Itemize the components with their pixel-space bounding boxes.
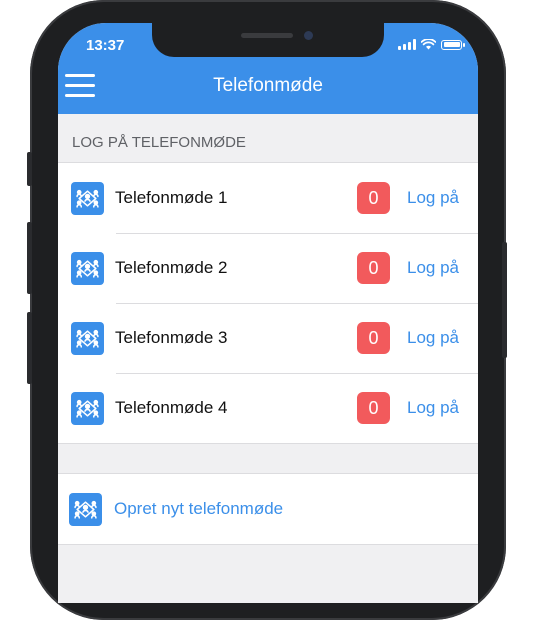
page-title: Telefonmøde [213, 75, 323, 96]
meeting-name: Telefonmøde 3 [115, 328, 228, 347]
section-header: LOG PÅ TELEFONMØDE [72, 134, 246, 151]
participant-count-badge: 0 [357, 182, 390, 214]
battery-icon [441, 39, 465, 50]
meeting-name: Telefonmøde 4 [115, 398, 228, 417]
conference-icon [71, 321, 104, 355]
login-link[interactable]: Log på [407, 398, 459, 418]
meeting-name: Telefonmøde 2 [115, 258, 228, 277]
login-link[interactable]: Log på [407, 258, 459, 278]
silent-switch [27, 152, 32, 186]
meeting-row-2[interactable]: Telefonmøde 2 0 Log på [58, 233, 478, 303]
status-time: 13:37 [86, 37, 125, 54]
volume-down-button [27, 312, 32, 384]
login-link[interactable]: Log på [407, 188, 459, 208]
earpiece-speaker [241, 33, 293, 38]
participant-count-badge: 0 [357, 252, 390, 284]
create-meeting-row[interactable]: Opret nyt telefonmøde [58, 473, 478, 545]
conference-icon [71, 181, 104, 215]
meeting-row-3[interactable]: Telefonmøde 3 0 Log på [58, 303, 478, 373]
conference-icon [71, 391, 104, 425]
device-notch [152, 23, 384, 57]
status-icons [398, 39, 465, 50]
login-link[interactable]: Log på [407, 328, 459, 348]
participant-count-badge: 0 [357, 392, 390, 424]
front-camera [304, 31, 313, 40]
meeting-list: Telefonmøde 1 0 Log på Telefonmøde 2 0 L… [58, 162, 478, 444]
meeting-row-1[interactable]: Telefonmøde 1 0 Log på [58, 163, 478, 233]
create-meeting-link[interactable]: Opret nyt telefonmøde [114, 499, 283, 519]
meeting-row-4[interactable]: Telefonmøde 4 0 Log på [58, 373, 478, 443]
volume-up-button [27, 222, 32, 294]
conference-icon [71, 251, 104, 285]
app-screen: 13:37 Telefonmøde LOG PÅ TELEFONMØDE Tel… [58, 23, 478, 603]
meeting-name: Telefonmøde 1 [115, 188, 228, 207]
cellular-signal-icon [398, 39, 416, 50]
power-button [502, 242, 507, 358]
wifi-icon [421, 39, 436, 50]
conference-icon [69, 492, 102, 526]
participant-count-badge: 0 [357, 322, 390, 354]
